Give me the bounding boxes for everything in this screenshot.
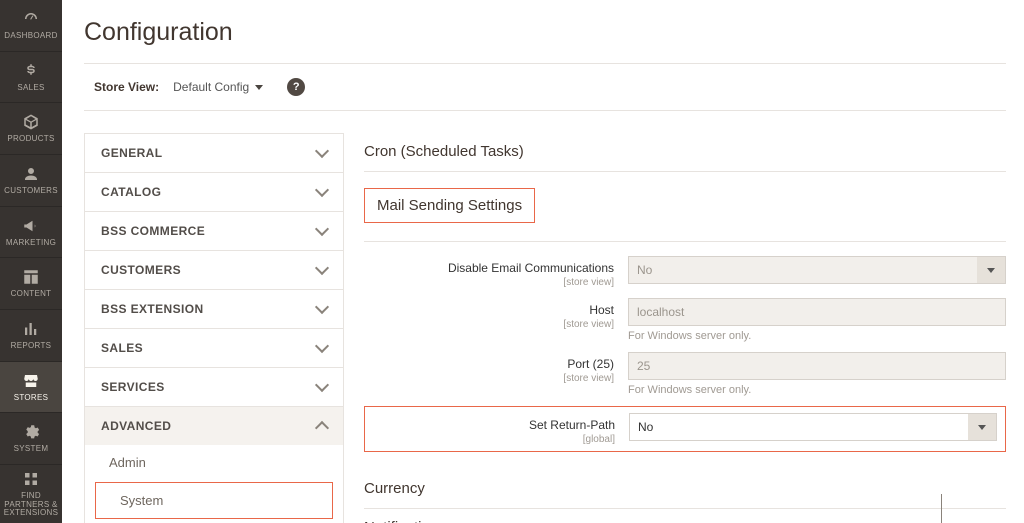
input-value: 25: [637, 359, 650, 373]
field-label: Host: [589, 303, 614, 317]
gauge-icon: [22, 10, 40, 28]
nav-content[interactable]: CONTENT: [0, 258, 62, 310]
field-scope: [store view]: [364, 373, 614, 384]
return-path-select[interactable]: No: [629, 413, 997, 441]
field-return-path: Set Return-Path [global] No: [373, 413, 997, 445]
chevron-up-icon: [315, 421, 329, 435]
sidebar-group-sales[interactable]: SALES: [85, 329, 343, 367]
field-note: For Windows server only.: [628, 330, 1006, 342]
config-sidebar: GENERAL CATALOG BSS COMMERCE CUSTOMERS B…: [84, 133, 344, 523]
store-view-switcher: Store View: Default Config ?: [84, 63, 1006, 111]
grid-icon: [22, 470, 40, 488]
chevron-down-icon: [315, 300, 329, 314]
section-cron[interactable]: Cron (Scheduled Tasks): [364, 133, 1006, 172]
config-panel: Cron (Scheduled Tasks) Mail Sending Sett…: [344, 133, 1006, 523]
sidebar-group-label: GENERAL: [101, 146, 162, 160]
field-port: Port (25) [store view] 25 For Windows se…: [364, 352, 1006, 396]
nav-label: REPORTS: [11, 342, 52, 351]
sidebar-group-label: CATALOG: [101, 185, 161, 199]
nav-reports[interactable]: REPORTS: [0, 310, 62, 362]
gear-icon: [22, 423, 40, 441]
sidebar-group-label: SALES: [101, 341, 143, 355]
field-disable-email: Disable Email Communications [store view…: [364, 256, 1006, 288]
section-notifications[interactable]: Notifications: [364, 509, 1006, 523]
field-label: Disable Email Communications: [448, 261, 614, 275]
sidebar-item-label: System: [120, 493, 163, 508]
field-note: For Windows server only.: [628, 384, 1006, 396]
nav-label: STORES: [14, 394, 49, 403]
sidebar-group-customers[interactable]: CUSTOMERS: [85, 251, 343, 289]
person-icon: [22, 165, 40, 183]
nav-customers[interactable]: CUSTOMERS: [0, 155, 62, 207]
return-path-highlight: Set Return-Path [global] No: [364, 406, 1006, 452]
nav-label: FIND PARTNERS & EXTENSIONS: [2, 492, 60, 518]
field-host: Host [store view] localhost For Windows …: [364, 298, 1006, 342]
nav-products[interactable]: PRODUCTS: [0, 103, 62, 155]
store-icon: [22, 372, 40, 390]
chevron-down-icon: [315, 183, 329, 197]
chevron-down-icon: [315, 261, 329, 275]
layout-icon: [22, 268, 40, 286]
store-view-value: Default Config: [173, 80, 249, 94]
annotation-connector: [941, 494, 942, 523]
field-scope: [global]: [373, 434, 615, 445]
chevron-down-icon: [977, 257, 1005, 283]
nav-label: MARKETING: [6, 239, 56, 248]
chevron-down-icon: [968, 414, 996, 440]
sidebar-group-catalog[interactable]: CATALOG: [85, 173, 343, 211]
sidebar-group-services[interactable]: SERVICES: [85, 368, 343, 406]
sidebar-group-bss-commerce[interactable]: BSS COMMERCE: [85, 212, 343, 250]
sidebar-group-label: CUSTOMERS: [101, 263, 181, 277]
sidebar-item-admin[interactable]: Admin: [85, 445, 343, 480]
select-value: No: [638, 420, 653, 434]
page-title: Configuration: [84, 0, 1006, 63]
nav-label: SYSTEM: [14, 445, 49, 454]
chevron-down-icon: [315, 222, 329, 236]
section-currency[interactable]: Currency: [364, 470, 1006, 509]
bars-icon: [22, 320, 40, 338]
help-icon[interactable]: ?: [287, 78, 305, 96]
sidebar-group-general[interactable]: GENERAL: [85, 134, 343, 172]
field-label: Port (25): [567, 357, 614, 371]
select-value: No: [637, 263, 652, 277]
chevron-down-icon: [315, 339, 329, 353]
host-input[interactable]: localhost: [628, 298, 1006, 326]
nav-label: CUSTOMERS: [4, 187, 58, 196]
nav-sales[interactable]: SALES: [0, 52, 62, 104]
nav-label: PRODUCTS: [7, 135, 54, 144]
nav-label: SALES: [17, 84, 44, 93]
nav-system[interactable]: SYSTEM: [0, 413, 62, 465]
nav-dashboard[interactable]: DASHBOARD: [0, 0, 62, 52]
dollar-icon: [22, 62, 40, 80]
field-scope: [store view]: [364, 277, 614, 288]
sidebar-group-advanced[interactable]: ADVANCED: [85, 407, 343, 445]
store-view-dropdown[interactable]: Default Config: [173, 80, 263, 94]
sidebar-item-system[interactable]: System: [95, 482, 333, 519]
port-input[interactable]: 25: [628, 352, 1006, 380]
box-icon: [22, 113, 40, 131]
field-scope: [store view]: [364, 319, 614, 330]
chevron-down-icon: [315, 144, 329, 158]
main-content: Configuration Store View: Default Config…: [62, 0, 1024, 523]
chevron-down-icon: [255, 85, 263, 90]
nav-label: DASHBOARD: [4, 32, 57, 41]
sidebar-group-label: ADVANCED: [101, 419, 171, 433]
admin-sidebar: DASHBOARD SALES PRODUCTS CUSTOMERS MARKE…: [0, 0, 62, 523]
chevron-down-icon: [315, 378, 329, 392]
disable-email-select[interactable]: No: [628, 256, 1006, 284]
sidebar-group-label: BSS EXTENSION: [101, 302, 204, 316]
nav-marketing[interactable]: MARKETING: [0, 207, 62, 259]
megaphone-icon: [22, 217, 40, 235]
sidebar-item-label: Admin: [109, 455, 146, 470]
sidebar-group-bss-extension[interactable]: BSS EXTENSION: [85, 290, 343, 328]
input-value: localhost: [637, 305, 684, 319]
nav-label: CONTENT: [11, 290, 52, 299]
nav-find-partners[interactable]: FIND PARTNERS & EXTENSIONS: [0, 465, 62, 523]
store-view-label: Store View:: [94, 80, 159, 94]
nav-stores[interactable]: STORES: [0, 362, 62, 414]
sidebar-group-label: SERVICES: [101, 380, 165, 394]
section-mail-sending[interactable]: Mail Sending Settings: [364, 188, 535, 223]
sidebar-group-label: BSS COMMERCE: [101, 224, 205, 238]
field-label: Set Return-Path: [529, 418, 615, 432]
